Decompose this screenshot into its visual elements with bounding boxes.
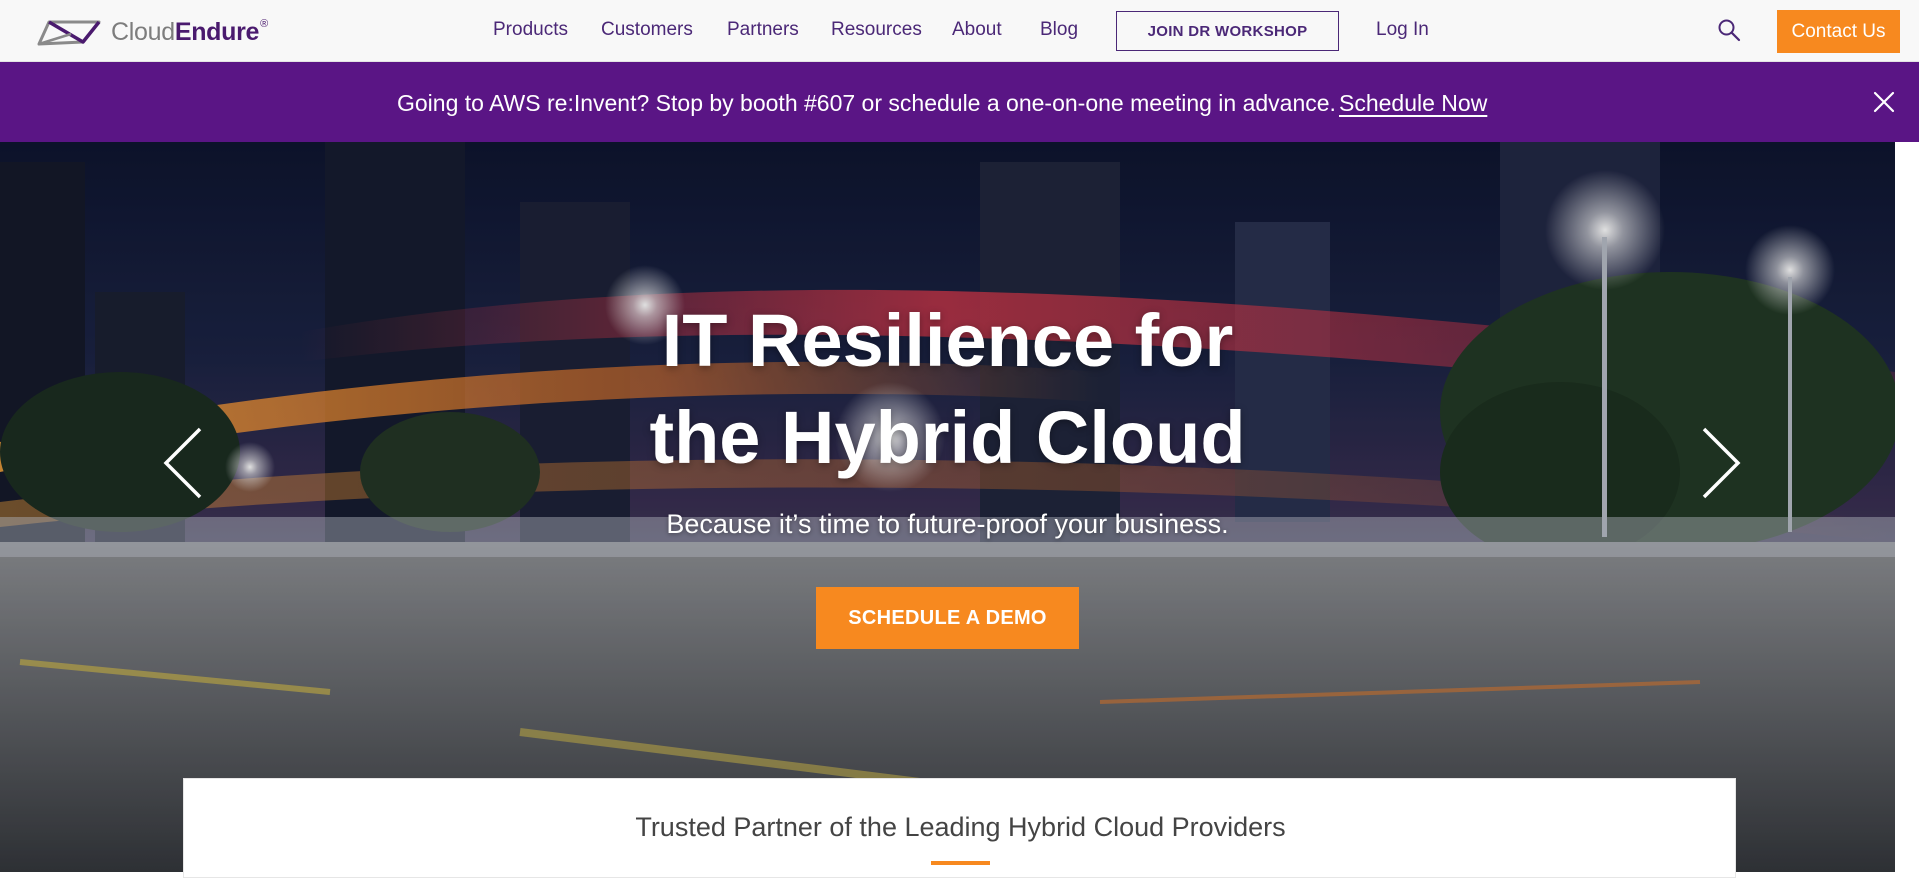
hero-title-line2: the Hybrid Cloud: [649, 396, 1246, 479]
contact-us-button[interactable]: Contact Us: [1777, 10, 1900, 53]
hero-title-line1: IT Resilience for: [661, 299, 1234, 382]
schedule-demo-button[interactable]: SCHEDULE A DEMO: [816, 587, 1079, 649]
logo-mark-icon: [37, 20, 101, 46]
cloudendure-logo[interactable]: CloudEndure®: [37, 15, 268, 49]
site-header: CloudEndure® Products Customers Partners…: [0, 0, 1919, 62]
title-underline: [931, 861, 990, 865]
banner-message: Going to AWS re:Invent? Stop by booth #6…: [397, 90, 1336, 116]
nav-products[interactable]: Products: [493, 19, 568, 41]
join-dr-workshop-button[interactable]: JOIN DR WORKSHOP: [1116, 11, 1339, 51]
hero-title: IT Resilience for the Hybrid Cloud: [560, 292, 1335, 486]
logo-name-strong: Endure: [174, 17, 260, 46]
partners-section: Trusted Partner of the Leading Hybrid Cl…: [183, 778, 1736, 878]
chevron-right-icon[interactable]: [1700, 425, 1744, 501]
registered-mark: ®: [260, 17, 268, 30]
logo-wordmark: CloudEndure®: [111, 18, 268, 47]
city-night-background: [0, 142, 1895, 872]
nav-resources[interactable]: Resources: [831, 19, 922, 41]
nav-customers[interactable]: Customers: [601, 19, 693, 41]
logo-name: Cloud: [111, 17, 175, 46]
nav-about[interactable]: About: [952, 19, 1002, 41]
page-edge-strip: [1895, 142, 1919, 872]
schedule-now-link[interactable]: Schedule Now: [1339, 90, 1487, 117]
hero-carousel: IT Resilience for the Hybrid Cloud Becau…: [0, 142, 1895, 872]
search-icon[interactable]: [1717, 18, 1741, 42]
chevron-left-icon[interactable]: [160, 425, 204, 501]
close-icon[interactable]: [1873, 91, 1895, 113]
login-link[interactable]: Log In: [1376, 19, 1429, 41]
nav-blog[interactable]: Blog: [1040, 19, 1078, 41]
announcement-banner: Going to AWS re:Invent? Stop by booth #6…: [0, 62, 1919, 142]
nav-partners[interactable]: Partners: [727, 19, 799, 41]
partners-title: Trusted Partner of the Leading Hybrid Cl…: [635, 812, 1286, 842]
hero-subtitle: Because it’s time to future-proof your b…: [666, 509, 1229, 539]
